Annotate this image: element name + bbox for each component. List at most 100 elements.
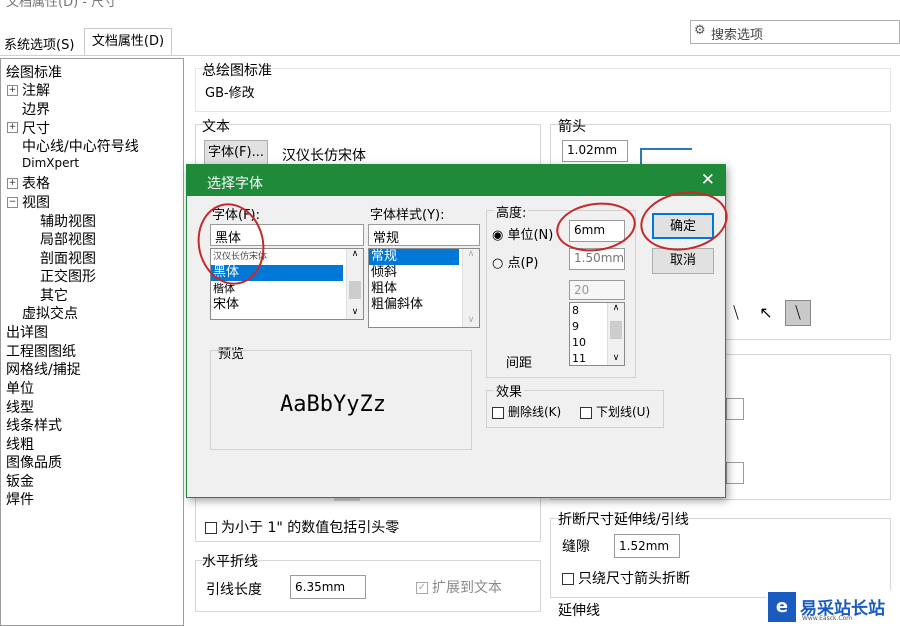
cancel-button[interactable]: 取消: [652, 248, 714, 274]
scroll-down-icon[interactable]: ∨: [463, 315, 479, 325]
checkbox-checked-icon[interactable]: ✓: [416, 582, 428, 594]
expand-icon[interactable]: +: [7, 122, 18, 133]
radio-selected-icon[interactable]: ◉: [492, 228, 503, 243]
tree-item-other[interactable]: 其它: [40, 285, 68, 305]
tab-document-properties[interactable]: 文档属性(D): [84, 28, 172, 55]
font-item[interactable]: 宋体: [211, 297, 363, 313]
underline-checkbox[interactable]: 下划线(U): [580, 403, 650, 420]
strikethrough-checkbox[interactable]: 删除线(K): [492, 403, 561, 420]
point-size-list[interactable]: 8 9 10 11 ∧ ∨: [569, 302, 625, 366]
point-size-input[interactable]: 20: [569, 280, 625, 300]
tree-item-drafting-standard[interactable]: 绘图标准: [6, 62, 62, 82]
search-box[interactable]: ⚙ 搜索选项: [690, 20, 900, 44]
tree-item-units[interactable]: 单位: [6, 378, 34, 398]
standard-group: [195, 68, 891, 112]
tree-item-line-thickness[interactable]: 线粗: [6, 434, 34, 454]
tree-item-dimxpert[interactable]: DimXpert: [22, 156, 79, 170]
point-height-input[interactable]: 1.50mm: [569, 248, 625, 270]
close-icon[interactable]: ✕: [701, 170, 715, 190]
search-input[interactable]: 搜索选项: [711, 24, 763, 43]
tree-item-grid-snap[interactable]: 网格线/捕捉: [6, 359, 81, 379]
ok-button[interactable]: 确定: [652, 213, 714, 239]
unit-height-input[interactable]: 6mm: [569, 220, 625, 242]
scroll-up-icon[interactable]: ∧: [347, 249, 363, 259]
font-family-label: 字体(F):: [212, 208, 261, 223]
style-list-scrollbar[interactable]: ∧ ∨: [462, 249, 479, 327]
tree-item-views[interactable]: 视图: [22, 192, 50, 212]
right-field-2[interactable]: [726, 462, 744, 484]
effects-label: 效果: [494, 381, 525, 400]
arrow-size-field[interactable]: 1.02mm: [562, 140, 628, 162]
scroll-thumb[interactable]: [610, 321, 622, 339]
font-list-scrollbar[interactable]: ∧ ∨: [346, 249, 363, 319]
expand-icon[interactable]: +: [7, 178, 18, 189]
expand-icon[interactable]: +: [7, 85, 18, 96]
checkbox-icon[interactable]: [562, 573, 574, 585]
tree-item-drawing-sheets[interactable]: 工程图图纸: [6, 341, 76, 361]
scroll-thumb[interactable]: [349, 281, 361, 299]
tab-system-options[interactable]: 系统选项(S): [4, 34, 74, 53]
font-style-label: 字体样式(Y):: [370, 208, 445, 223]
tree-item-line-font[interactable]: 线型: [6, 397, 34, 417]
arrow-style-button-3[interactable]: ⧹: [785, 300, 811, 326]
tree-item-annotations[interactable]: 注解: [22, 80, 50, 100]
horizontal-break-label: 水平折线: [202, 554, 258, 570]
arrow-style-button-2[interactable]: ↖: [754, 300, 778, 326]
collapse-icon[interactable]: −: [7, 197, 18, 208]
gap-field[interactable]: 1.52mm: [614, 534, 680, 558]
scroll-down-icon[interactable]: ∨: [608, 353, 624, 363]
watermark-sub: Www.Easck.Com: [802, 615, 853, 622]
tree-item-detail-view[interactable]: 局部视图: [40, 229, 96, 249]
font-style-list[interactable]: 常规 倾斜 粗体 粗偏斜体 ∧ ∨: [368, 248, 480, 328]
spacing-label: 间距: [506, 356, 533, 371]
tree-item-detailing[interactable]: 出详图: [6, 322, 48, 342]
style-item-selected[interactable]: 常规: [369, 249, 459, 265]
font-item[interactable]: 楷体: [211, 281, 363, 297]
tree-item-dimensions[interactable]: 尺寸: [22, 118, 50, 138]
unit-radio-label: 单位(N): [507, 228, 554, 243]
tree-item-section-view[interactable]: 剖面视图: [40, 248, 96, 268]
point-size-scrollbar[interactable]: ∧ ∨: [607, 303, 624, 365]
checkbox-icon[interactable]: [205, 522, 217, 534]
leader-length-field[interactable]: 6.35mm: [290, 575, 366, 599]
arrow-label: 箭头: [558, 119, 586, 135]
only-arrow-break-checkbox[interactable]: 只绕尺寸箭头折断: [562, 568, 690, 588]
font-button[interactable]: 字体(F)...: [204, 140, 268, 166]
tree-item-auxiliary-view[interactable]: 辅助视图: [40, 211, 96, 231]
checkbox-icon[interactable]: [580, 406, 592, 419]
extend-to-text-checkbox[interactable]: ✓ 扩展到文本: [416, 577, 502, 597]
font-style-input[interactable]: 常规: [368, 224, 480, 246]
watermark-logo: e: [768, 592, 796, 622]
extend-to-text-label: 扩展到文本: [432, 580, 502, 596]
tree-item-tables[interactable]: 表格: [22, 173, 50, 193]
scroll-down-icon[interactable]: ∨: [347, 307, 363, 317]
checkbox-icon[interactable]: [492, 406, 504, 419]
point-radio[interactable]: ○ 点(P): [492, 252, 538, 271]
standard-value: GB-修改: [205, 86, 255, 101]
watermark-badge: e 易采站长站 Www.Easck.Com: [766, 590, 900, 626]
tree-item-sheet-metal[interactable]: 钣金: [6, 471, 34, 491]
leading-zero-checkbox[interactable]: 为小于 1" 的数值包括引头零: [205, 517, 399, 537]
font-item[interactable]: 汉仪长仿宋体: [211, 249, 363, 265]
font-family-list[interactable]: 汉仪长仿宋体 黑体 楷体 宋体 ∧ ∨: [210, 248, 364, 320]
text-label: 文本: [202, 119, 230, 135]
right-field-1[interactable]: [726, 398, 744, 420]
tree-item-virtual-sharps[interactable]: 虚拟交点: [22, 303, 78, 323]
height-label: 高度:: [494, 202, 529, 221]
scroll-up-icon[interactable]: ∧: [608, 303, 624, 313]
tree-item-borders[interactable]: 边界: [22, 99, 50, 119]
scroll-up-icon[interactable]: ∧: [463, 249, 479, 259]
arrow-style-button-1[interactable]: ⧹: [724, 300, 748, 326]
unit-radio[interactable]: ◉ 单位(N): [492, 224, 553, 243]
gear-icon: ⚙: [694, 23, 706, 38]
radio-icon[interactable]: ○: [492, 256, 503, 271]
font-family-input[interactable]: 黑体: [210, 224, 364, 246]
tree-item-image-quality[interactable]: 图像品质: [6, 452, 62, 472]
tree-item-line-style[interactable]: 线条样式: [6, 415, 62, 435]
font-item-selected[interactable]: 黑体: [211, 265, 343, 281]
extension-label: 延伸线: [558, 603, 600, 619]
gap-label: 缝隙: [562, 539, 590, 555]
tree-item-centerlines[interactable]: 中心线/中心符号线: [22, 136, 139, 156]
tree-item-weldments[interactable]: 焊件: [6, 489, 34, 509]
tree-item-orthographic[interactable]: 正交图形: [40, 266, 96, 286]
